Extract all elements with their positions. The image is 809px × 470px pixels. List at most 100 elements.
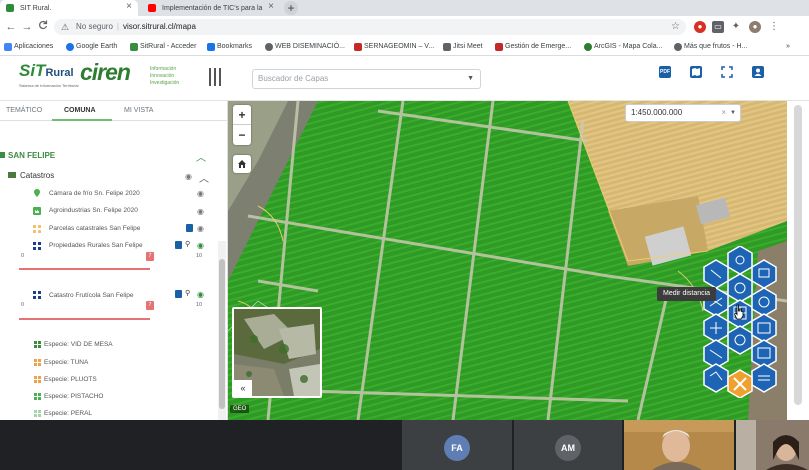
tool-hex-7[interactable] xyxy=(751,287,777,317)
participant-video-1[interactable] xyxy=(624,420,734,470)
map-icon[interactable] xyxy=(690,66,702,78)
layer-group-label: Catastros xyxy=(20,171,55,180)
tool-hex-4[interactable] xyxy=(727,273,753,303)
scale-select[interactable]: 1:450.000.000 × ▼ xyxy=(625,104,741,122)
adblock-extension-icon[interactable]: ● xyxy=(694,21,706,33)
eye-icon[interactable]: ◉ xyxy=(197,224,204,233)
participant-avatar: AM xyxy=(555,435,581,461)
opacity-slider-thumb[interactable]: 7 xyxy=(146,301,154,310)
species-item[interactable]: Especie: PERAL xyxy=(34,410,92,417)
species-item[interactable]: Especie: PISTACHO xyxy=(34,393,103,400)
tab-sit-rural[interactable]: SIT Rural. × xyxy=(0,0,138,16)
layer-name[interactable]: Parcelas catastrales San Felipe xyxy=(49,225,140,232)
layer-search-placeholder: Buscador de Capas xyxy=(258,74,329,83)
layer-name[interactable]: Catastro Frutícola San Felipe xyxy=(49,292,134,299)
opacity-slider-track[interactable] xyxy=(19,318,150,320)
cast-extension-icon[interactable]: ▭ xyxy=(712,21,724,33)
eye-icon[interactable]: ◉ xyxy=(197,207,204,216)
tool-hex-1[interactable] xyxy=(727,246,753,275)
layer-name[interactable]: Cámara de frío Sn. Felipe 2020 xyxy=(49,190,140,197)
layer-search-select[interactable]: Buscador de Capas ▼ xyxy=(252,69,481,89)
municipality-header[interactable]: SAN FELIPE xyxy=(0,151,55,160)
profile-avatar[interactable]: ● xyxy=(749,21,761,33)
tab-comuna[interactable]: COMUNA xyxy=(64,107,96,114)
legend-icon[interactable] xyxy=(175,241,182,249)
sidebar-scrollbar[interactable] xyxy=(218,241,226,421)
opacity-slider-thumb[interactable]: 7 xyxy=(146,252,154,261)
chevron-down-icon: ▼ xyxy=(467,75,474,82)
tab-implementacion[interactable]: Implementación de TIC's para la × xyxy=(142,0,280,16)
zoom-in-button[interactable]: + xyxy=(233,105,251,125)
earth-icon xyxy=(66,43,74,51)
participant-tile-fa[interactable]: FA xyxy=(402,420,512,470)
species-grid-icon xyxy=(34,341,41,348)
zoom-out-button[interactable]: − xyxy=(233,125,251,145)
factory-icon xyxy=(33,207,41,215)
bookmark-sitrural[interactable]: SitRural - Acceder xyxy=(130,42,196,52)
bookmark-google-earth[interactable]: Google Earth xyxy=(66,42,117,52)
species-grid-icon xyxy=(34,393,41,400)
species-item[interactable]: Especie: VID DE MESA xyxy=(34,341,113,348)
eye-icon[interactable]: ◉ xyxy=(197,189,204,198)
bookmark-web-diseminacion[interactable]: WEB DISEMINACIÓ... xyxy=(265,42,345,52)
close-tab-icon[interactable]: × xyxy=(126,1,132,12)
collapse-minimap-button[interactable]: « xyxy=(234,380,252,396)
legend-icon[interactable] xyxy=(175,290,182,298)
new-tab-button[interactable]: + xyxy=(284,1,298,15)
forward-button[interactable]: → xyxy=(20,20,34,34)
bookmark-star-icon[interactable]: ☆ xyxy=(671,19,680,35)
puzzle-extension-icon[interactable]: ✦ xyxy=(730,21,742,33)
bookmarks-overflow[interactable]: » xyxy=(786,42,790,52)
scrollbar-thumb[interactable] xyxy=(219,259,225,409)
back-button[interactable]: ← xyxy=(4,20,18,34)
page-scrollbar[interactable] xyxy=(787,101,809,420)
reload-button[interactable] xyxy=(36,20,50,34)
layer-name[interactable]: Propiedades Rurales San Felipe xyxy=(49,242,143,249)
bookmark-bookmarks[interactable]: Bookmarks xyxy=(207,42,252,52)
legend-icon[interactable] xyxy=(186,224,193,232)
tool-hex-3[interactable] xyxy=(751,259,777,289)
collapse-municipality-icon[interactable]: ︿ xyxy=(196,149,206,164)
tool-hex-10[interactable] xyxy=(751,313,777,343)
map-pin-icon xyxy=(34,189,40,197)
tool-hex-14[interactable] xyxy=(751,363,777,393)
collapse-group-icon[interactable]: ︿ xyxy=(199,170,209,185)
home-button[interactable] xyxy=(233,155,251,173)
eye-icon[interactable]: ◉ xyxy=(185,172,192,181)
close-tab-icon[interactable]: × xyxy=(268,1,274,12)
tab-tematico[interactable]: TEMÁTICO xyxy=(6,107,42,114)
species-item[interactable]: Especie: TUNA xyxy=(34,359,88,366)
eye-icon[interactable]: ◉ xyxy=(197,241,204,250)
scrollbar-thumb[interactable] xyxy=(794,105,802,405)
globe-icon xyxy=(265,43,273,51)
tool-hex-13[interactable] xyxy=(703,363,729,393)
search-icon[interactable]: ⚲ xyxy=(185,289,190,297)
fullscreen-icon[interactable] xyxy=(721,66,733,78)
close-tools-button[interactable] xyxy=(727,369,753,398)
menu-kebab-icon[interactable]: ⋮ xyxy=(768,21,780,33)
bookmark-gestion[interactable]: Gestión de Emerge... xyxy=(495,42,571,52)
participant-tile-am[interactable]: AM xyxy=(514,420,622,470)
clear-scale-icon[interactable]: × xyxy=(721,105,726,121)
species-item[interactable]: Especie: PLUOTS xyxy=(34,376,97,383)
search-icon[interactable]: ⚲ xyxy=(185,240,190,248)
opacity-slider-track[interactable] xyxy=(19,268,150,270)
bookmark-apps[interactable]: Aplicaciones xyxy=(4,42,53,52)
screen: SIT Rural. × Implementación de TIC's par… xyxy=(0,0,809,470)
tool-hex-9[interactable] xyxy=(727,325,753,355)
eye-icon[interactable]: ◉ xyxy=(197,290,204,299)
layer-group-catastros[interactable]: Catastros xyxy=(8,171,54,180)
active-tab-indicator xyxy=(52,119,112,121)
participant-video-2[interactable] xyxy=(736,420,809,470)
tab-mi-vista[interactable]: MI VISTA xyxy=(124,107,153,114)
bookmark-mas-que-frutos[interactable]: Más que frutos - H... xyxy=(674,42,747,52)
user-icon[interactable] xyxy=(752,66,764,78)
bookmark-label: Jitsi Meet xyxy=(453,43,483,50)
bookmark-jitsi[interactable]: Jitsi Meet xyxy=(443,42,483,52)
omnibox[interactable]: ⚠ No seguro | visor.sitrural.cl/mapa ☆ xyxy=(54,19,686,35)
bookmark-arcgis[interactable]: ArcGIS - Mapa Cola... xyxy=(584,42,662,52)
menu-toggle-button[interactable] xyxy=(209,68,223,86)
bookmark-sernageomin[interactable]: SERNAGEOMIN – V... xyxy=(354,42,434,52)
pdf-icon[interactable]: PDF xyxy=(659,66,671,78)
layer-name[interactable]: Agroindustrias Sn. Felipe 2020 xyxy=(49,207,138,214)
